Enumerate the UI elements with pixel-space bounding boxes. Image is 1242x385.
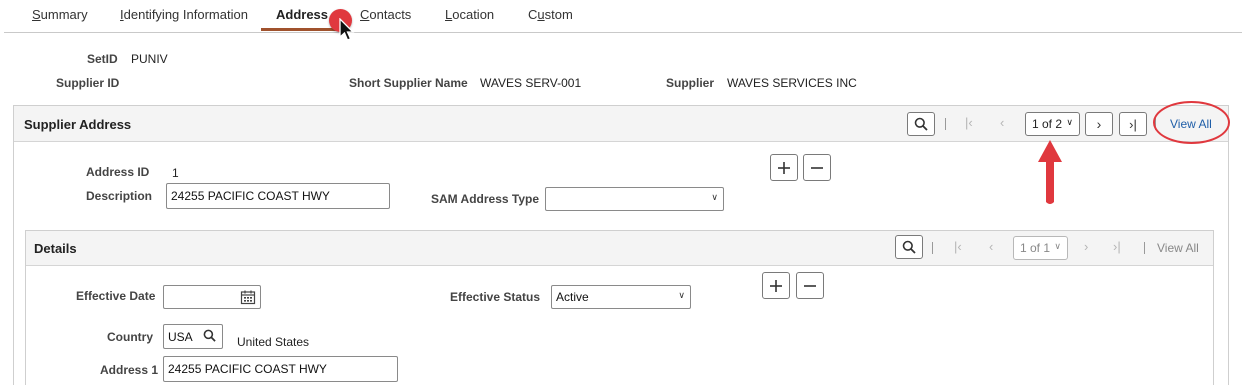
annotation-circle <box>1153 101 1230 144</box>
description-field[interactable]: 24255 PACIFIC COAST HWY <box>166 183 390 209</box>
minus-icon <box>811 166 823 169</box>
country-code-value: USA <box>168 330 193 344</box>
details-search-button[interactable] <box>895 235 923 259</box>
effective-date-label: Effective Date <box>76 289 156 303</box>
add-address-button[interactable] <box>770 154 798 181</box>
description-label: Description <box>86 189 153 203</box>
details-header: Details |‹ ‹ 1 of 1 ∨ › ›| View All <box>26 231 1213 266</box>
address1-field[interactable]: 24255 PACIFIC COAST HWY <box>163 356 398 382</box>
search-icon <box>902 240 916 254</box>
tab-address[interactable]: Address <box>276 7 328 22</box>
chevron-down-icon: ∨ <box>1066 117 1073 127</box>
add-details-button[interactable] <box>762 272 790 299</box>
supplier-address-header: Supplier Address |‹ ‹ 1 of 2 ∨ › ›| View… <box>14 106 1228 142</box>
details-page-selector-value: 1 of 1 <box>1020 241 1051 255</box>
chevron-down-icon: ∨ <box>678 290 685 300</box>
description-value: 24255 PACIFIC COAST HWY <box>171 189 330 203</box>
first-page-icon[interactable]: |‹ <box>965 115 973 130</box>
details-view-all: View All <box>1157 241 1199 255</box>
tab-custom-label: Custom <box>528 7 573 22</box>
short-supplier-name-label: Short Supplier Name <box>349 76 468 90</box>
tab-divider <box>4 32 1242 33</box>
plus-icon <box>778 161 790 174</box>
details-title: Details <box>34 241 77 256</box>
tab-address-label: Address <box>276 7 329 22</box>
red-arrow-icon <box>1038 140 1062 204</box>
search-icon[interactable] <box>203 329 216 342</box>
tab-identifying-information[interactable]: Identifying Information <box>120 7 248 22</box>
sam-address-type-select[interactable]: ∨ <box>545 187 724 211</box>
page-selector-value: 1 of 2 <box>1032 117 1063 131</box>
separator <box>945 118 946 130</box>
effective-status-value: Active <box>556 290 589 304</box>
mouse-cursor-icon <box>339 18 355 41</box>
tab-contacts-label: Contacts <box>360 7 412 22</box>
tab-location-label: Location <box>445 7 495 22</box>
supplier-label: Supplier <box>666 76 715 90</box>
separator <box>1144 242 1145 254</box>
remove-address-button[interactable] <box>803 154 831 181</box>
tab-bar: Summary Identifying Information Address … <box>0 0 1242 33</box>
calendar-icon[interactable] <box>240 289 256 305</box>
tab-summary[interactable]: Summary <box>32 7 88 22</box>
remove-details-button[interactable] <box>796 272 824 299</box>
sam-address-type-label: SAM Address Type <box>431 192 540 206</box>
setid-value: PUNIV <box>131 52 168 66</box>
prev-page-icon: ‹ <box>989 239 994 254</box>
setid-label: SetID <box>87 52 118 66</box>
address1-label: Address 1 <box>100 363 159 377</box>
chevron-down-icon: ∨ <box>1054 241 1061 251</box>
effective-status-label: Effective Status <box>450 290 541 304</box>
next-page-icon: › <box>1084 239 1089 254</box>
effective-status-select[interactable]: Active ∨ <box>551 285 691 309</box>
page-selector[interactable]: 1 of 2 ∨ <box>1025 112 1080 136</box>
tab-summary-label: Summary <box>32 7 88 22</box>
address1-value: 24255 PACIFIC COAST HWY <box>168 362 327 376</box>
country-name: United States <box>237 335 310 349</box>
short-supplier-name-value: WAVES SERV-001 <box>480 76 582 90</box>
country-label: Country <box>107 330 153 344</box>
search-button[interactable] <box>907 112 935 136</box>
tab-custom[interactable]: Custom <box>528 7 573 22</box>
address-id-label: Address ID <box>86 165 150 179</box>
active-tab-indicator <box>261 28 341 31</box>
tab-contacts[interactable]: Contacts <box>360 7 411 22</box>
details-page-selector[interactable]: 1 of 1 ∨ <box>1013 236 1068 260</box>
minus-icon <box>804 284 816 287</box>
supplier-value: WAVES SERVICES INC <box>727 76 857 90</box>
tab-identifying-information-label: Identifying Information <box>120 7 248 22</box>
supplier-id-label: Supplier ID <box>56 76 120 90</box>
address-id-value: 1 <box>172 166 179 180</box>
tab-location[interactable]: Location <box>445 7 494 22</box>
search-icon <box>914 117 928 131</box>
last-page-button[interactable]: ›| <box>1119 112 1147 136</box>
chevron-down-icon: ∨ <box>711 192 718 202</box>
prev-page-icon[interactable]: ‹ <box>1000 115 1004 130</box>
last-page-icon: ›| <box>1113 239 1121 254</box>
supplier-address-title: Supplier Address <box>24 117 132 132</box>
next-page-button[interactable]: › <box>1085 112 1113 136</box>
separator <box>932 242 933 254</box>
last-page-icon: ›| <box>1129 116 1137 132</box>
first-page-icon: |‹ <box>954 239 962 254</box>
plus-icon <box>770 279 782 292</box>
next-page-icon: › <box>1096 116 1102 132</box>
